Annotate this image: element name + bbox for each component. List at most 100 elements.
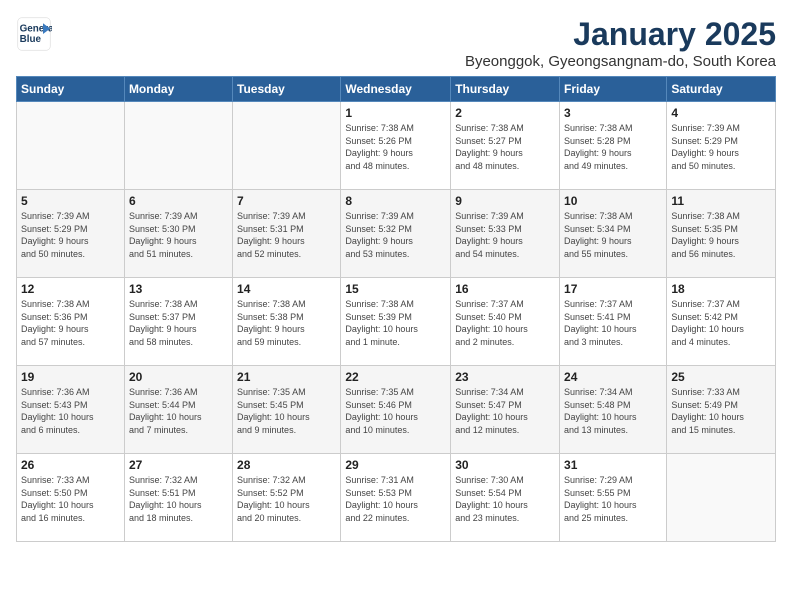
calendar-cell: 24 Sunrise: 7:34 AM Sunset: 5:48 PM Dayli… xyxy=(560,366,667,454)
calendar-cell: 10 Sunrise: 7:38 AM Sunset: 5:34 PM Dayli… xyxy=(560,190,667,278)
day-number: 30 xyxy=(455,458,555,472)
calendar-cell: 12 Sunrise: 7:38 AM Sunset: 5:36 PM Dayli… xyxy=(17,278,125,366)
day-number: 7 xyxy=(237,194,336,208)
weekday-header-tuesday: Tuesday xyxy=(233,77,341,102)
day-number: 9 xyxy=(455,194,555,208)
calendar-week-row: 1 Sunrise: 7:38 AM Sunset: 5:26 PM Daylig… xyxy=(17,102,776,190)
calendar-subtitle: Byeonggok, Gyeongsangnam-do, South Korea xyxy=(465,53,776,70)
day-number: 11 xyxy=(671,194,771,208)
calendar-cell: 23 Sunrise: 7:34 AM Sunset: 5:47 PM Dayli… xyxy=(451,366,560,454)
calendar-cell: 30 Sunrise: 7:30 AM Sunset: 5:54 PM Dayli… xyxy=(451,454,560,542)
calendar-cell: 26 Sunrise: 7:33 AM Sunset: 5:50 PM Dayli… xyxy=(17,454,125,542)
day-number: 23 xyxy=(455,370,555,384)
calendar-cell: 31 Sunrise: 7:29 AM Sunset: 5:55 PM Dayli… xyxy=(560,454,667,542)
day-info: Sunrise: 7:32 AM Sunset: 5:51 PM Dayligh… xyxy=(129,474,228,524)
day-number: 17 xyxy=(564,282,662,296)
calendar-cell: 8Sunrise: 7:39 AM Sunset: 5:32 PM Daylig… xyxy=(341,190,451,278)
calendar-cell: 22 Sunrise: 7:35 AM Sunset: 5:46 PM Dayli… xyxy=(341,366,451,454)
day-number: 3 xyxy=(564,106,662,120)
day-info: Sunrise: 7:39 AM Sunset: 5:30 PM Dayligh… xyxy=(129,210,228,260)
day-number: 10 xyxy=(564,194,662,208)
day-info: Sunrise: 7:38 AM Sunset: 5:27 PM Dayligh… xyxy=(455,122,555,172)
calendar-week-row: 19 Sunrise: 7:36 AM Sunset: 5:43 PM Dayli… xyxy=(17,366,776,454)
calendar-title: January 2025 xyxy=(465,16,776,53)
day-number: 14 xyxy=(237,282,336,296)
day-number: 28 xyxy=(237,458,336,472)
calendar-cell: 11Sunrise: 7:38 AM Sunset: 5:35 PM Dayli… xyxy=(667,190,776,278)
day-number: 31 xyxy=(564,458,662,472)
day-info: Sunrise: 7:29 AM Sunset: 5:55 PM Dayligh… xyxy=(564,474,662,524)
calendar-cell: 29 Sunrise: 7:31 AM Sunset: 5:53 PM Dayli… xyxy=(341,454,451,542)
day-number: 26 xyxy=(21,458,120,472)
day-number: 24 xyxy=(564,370,662,384)
calendar-cell: 21 Sunrise: 7:35 AM Sunset: 5:45 PM Dayli… xyxy=(233,366,341,454)
calendar-cell xyxy=(17,102,125,190)
day-info: Sunrise: 7:39 AM Sunset: 5:29 PM Dayligh… xyxy=(21,210,120,260)
day-number: 21 xyxy=(237,370,336,384)
calendar-table: SundayMondayTuesdayWednesdayThursdayFrid… xyxy=(16,76,776,542)
day-number: 19 xyxy=(21,370,120,384)
calendar-cell xyxy=(233,102,341,190)
day-number: 29 xyxy=(345,458,446,472)
calendar-cell: 18 Sunrise: 7:37 AM Sunset: 5:42 PM Dayli… xyxy=(667,278,776,366)
calendar-week-row: 5 Sunrise: 7:39 AM Sunset: 5:29 PM Daylig… xyxy=(17,190,776,278)
calendar-cell xyxy=(667,454,776,542)
weekday-header-sunday: Sunday xyxy=(17,77,125,102)
day-number: 22 xyxy=(345,370,446,384)
calendar-week-row: 12 Sunrise: 7:38 AM Sunset: 5:36 PM Dayli… xyxy=(17,278,776,366)
calendar-cell: 3 Sunrise: 7:38 AM Sunset: 5:28 PM Daylig… xyxy=(560,102,667,190)
calendar-cell: 2 Sunrise: 7:38 AM Sunset: 5:27 PM Daylig… xyxy=(451,102,560,190)
calendar-cell: 15 Sunrise: 7:38 AM Sunset: 5:39 PM Dayli… xyxy=(341,278,451,366)
day-number: 4 xyxy=(671,106,771,120)
day-info: Sunrise: 7:38 AM Sunset: 5:34 PM Dayligh… xyxy=(564,210,662,260)
calendar-cell: 19 Sunrise: 7:36 AM Sunset: 5:43 PM Dayli… xyxy=(17,366,125,454)
day-info: Sunrise: 7:38 AM Sunset: 5:26 PM Dayligh… xyxy=(345,122,446,172)
day-info: Sunrise: 7:38 AM Sunset: 5:37 PM Dayligh… xyxy=(129,298,228,348)
day-info: Sunrise: 7:39 AM Sunset: 5:29 PM Dayligh… xyxy=(671,122,771,172)
title-block: January 2025 Byeonggok, Gyeongsangnam-do… xyxy=(465,16,776,70)
day-info: Sunrise: 7:39 AM Sunset: 5:31 PM Dayligh… xyxy=(237,210,336,260)
day-info: Sunrise: 7:34 AM Sunset: 5:47 PM Dayligh… xyxy=(455,386,555,436)
day-info: Sunrise: 7:38 AM Sunset: 5:39 PM Dayligh… xyxy=(345,298,446,348)
day-info: Sunrise: 7:34 AM Sunset: 5:48 PM Dayligh… xyxy=(564,386,662,436)
svg-text:Blue: Blue xyxy=(20,34,42,45)
day-info: Sunrise: 7:35 AM Sunset: 5:46 PM Dayligh… xyxy=(345,386,446,436)
day-info: Sunrise: 7:35 AM Sunset: 5:45 PM Dayligh… xyxy=(237,386,336,436)
weekday-header-thursday: Thursday xyxy=(451,77,560,102)
day-info: Sunrise: 7:38 AM Sunset: 5:28 PM Dayligh… xyxy=(564,122,662,172)
day-number: 25 xyxy=(671,370,771,384)
day-info: Sunrise: 7:36 AM Sunset: 5:43 PM Dayligh… xyxy=(21,386,120,436)
day-info: Sunrise: 7:30 AM Sunset: 5:54 PM Dayligh… xyxy=(455,474,555,524)
calendar-cell: 1 Sunrise: 7:38 AM Sunset: 5:26 PM Daylig… xyxy=(341,102,451,190)
logo-icon: General Blue xyxy=(16,16,52,52)
day-number: 15 xyxy=(345,282,446,296)
day-info: Sunrise: 7:36 AM Sunset: 5:44 PM Dayligh… xyxy=(129,386,228,436)
calendar-cell: 16 Sunrise: 7:37 AM Sunset: 5:40 PM Dayli… xyxy=(451,278,560,366)
day-info: Sunrise: 7:37 AM Sunset: 5:40 PM Dayligh… xyxy=(455,298,555,348)
day-info: Sunrise: 7:33 AM Sunset: 5:50 PM Dayligh… xyxy=(21,474,120,524)
calendar-cell: 5 Sunrise: 7:39 AM Sunset: 5:29 PM Daylig… xyxy=(17,190,125,278)
calendar-cell: 25Sunrise: 7:33 AM Sunset: 5:49 PM Dayli… xyxy=(667,366,776,454)
calendar-cell: 6Sunrise: 7:39 AM Sunset: 5:30 PM Daylig… xyxy=(124,190,232,278)
day-number: 1 xyxy=(345,106,446,120)
day-info: Sunrise: 7:37 AM Sunset: 5:42 PM Dayligh… xyxy=(671,298,771,348)
weekday-header-friday: Friday xyxy=(560,77,667,102)
day-number: 18 xyxy=(671,282,771,296)
day-number: 16 xyxy=(455,282,555,296)
day-info: Sunrise: 7:37 AM Sunset: 5:41 PM Dayligh… xyxy=(564,298,662,348)
weekday-header-saturday: Saturday xyxy=(667,77,776,102)
day-info: Sunrise: 7:38 AM Sunset: 5:38 PM Dayligh… xyxy=(237,298,336,348)
day-info: Sunrise: 7:39 AM Sunset: 5:33 PM Dayligh… xyxy=(455,210,555,260)
calendar-cell: 13Sunrise: 7:38 AM Sunset: 5:37 PM Dayli… xyxy=(124,278,232,366)
day-number: 2 xyxy=(455,106,555,120)
weekday-header-wednesday: Wednesday xyxy=(341,77,451,102)
calendar-cell: 7 Sunrise: 7:39 AM Sunset: 5:31 PM Daylig… xyxy=(233,190,341,278)
day-number: 20 xyxy=(129,370,228,384)
day-info: Sunrise: 7:31 AM Sunset: 5:53 PM Dayligh… xyxy=(345,474,446,524)
day-info: Sunrise: 7:38 AM Sunset: 5:36 PM Dayligh… xyxy=(21,298,120,348)
weekday-header-row: SundayMondayTuesdayWednesdayThursdayFrid… xyxy=(17,77,776,102)
day-info: Sunrise: 7:32 AM Sunset: 5:52 PM Dayligh… xyxy=(237,474,336,524)
page-header: General Blue January 2025 Byeonggok, Gye… xyxy=(16,16,776,70)
day-number: 5 xyxy=(21,194,120,208)
day-number: 12 xyxy=(21,282,120,296)
